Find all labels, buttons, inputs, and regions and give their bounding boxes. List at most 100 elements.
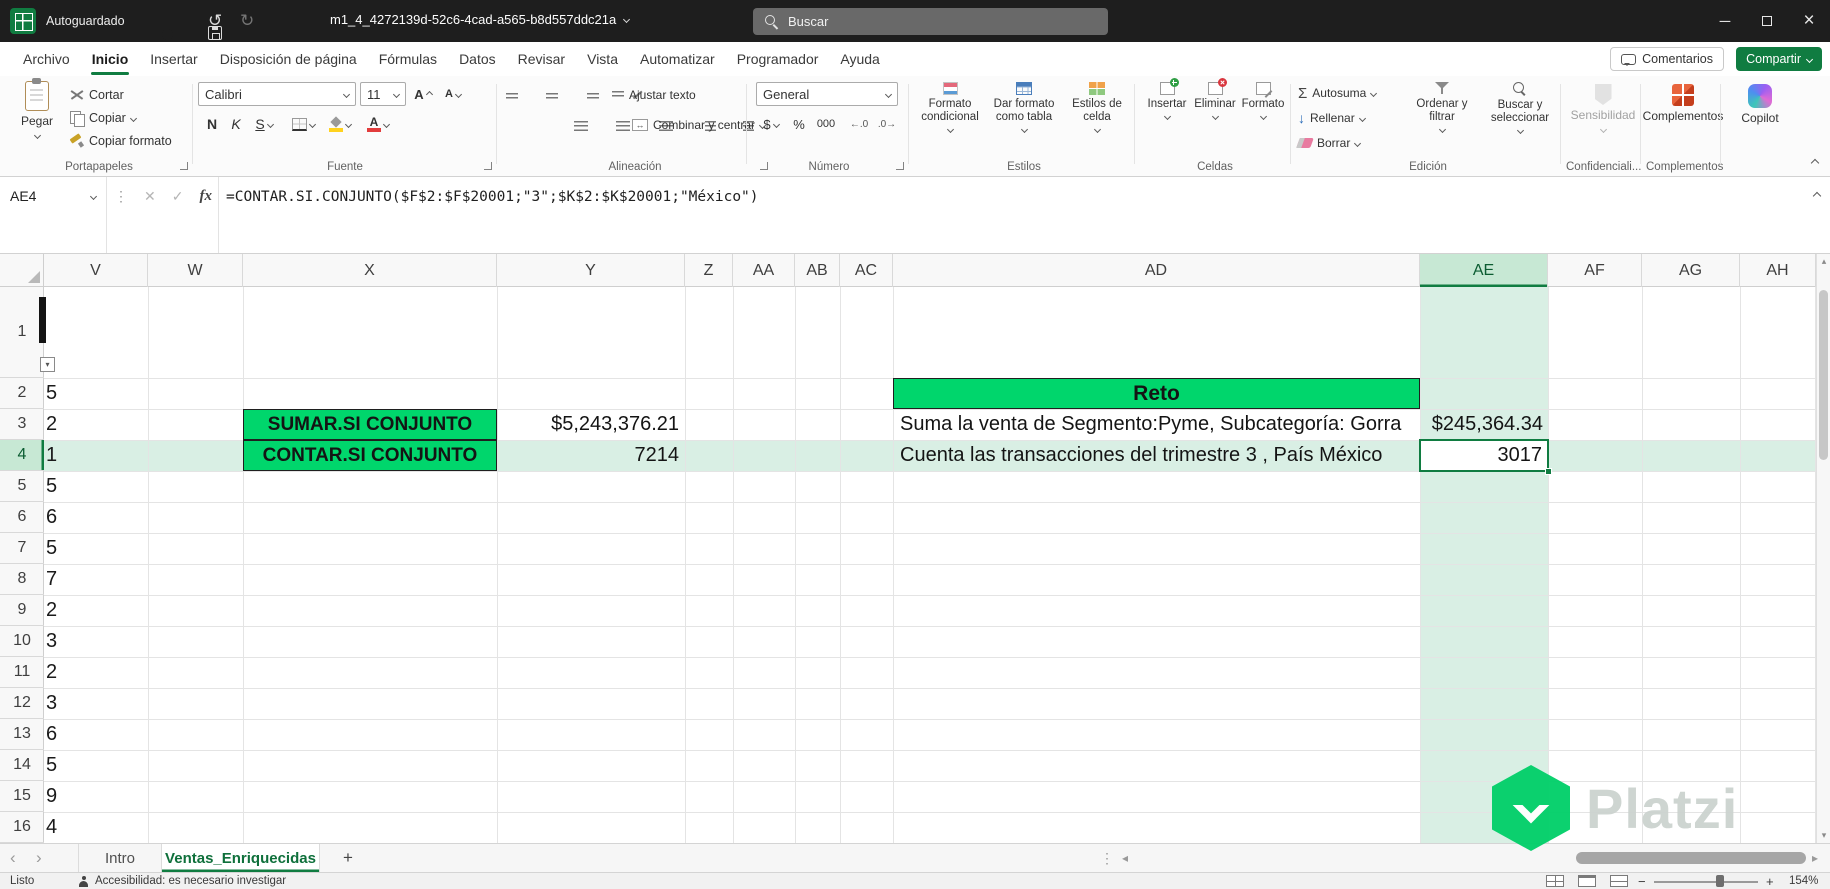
vertical-scrollbar[interactable]: ▴ ▾: [1816, 254, 1830, 843]
view-normal-button[interactable]: [1546, 873, 1564, 889]
formula-bar-collapse-icon[interactable]: [1812, 191, 1822, 201]
hscroll-left-icon[interactable]: ◂: [1122, 844, 1128, 872]
tab-splitter-icon[interactable]: ⋮: [1100, 844, 1114, 872]
column-header-AD[interactable]: AD: [893, 254, 1420, 287]
insert-function-icon[interactable]: fx: [199, 188, 212, 205]
addins-button[interactable]: Complementos: [1643, 84, 1723, 124]
zoom-level[interactable]: 154%: [1789, 873, 1818, 889]
grow-font-button[interactable]: A: [410, 82, 436, 106]
column-header-AE[interactable]: AE: [1420, 254, 1548, 287]
format-painter-button[interactable]: Copiar formato: [70, 130, 172, 152]
zoom-out-button[interactable]: −: [1638, 873, 1646, 889]
underline-button[interactable]: S: [250, 112, 278, 136]
formula-input[interactable]: =CONTAR.SI.CONJUNTO($F$2:$F$20001;"3";$K…: [226, 189, 759, 205]
sheet-nav-prev-icon[interactable]: ‹: [10, 844, 16, 872]
sort-filter-button[interactable]: Ordenar y filtrar: [1406, 82, 1478, 133]
worksheet[interactable]: ▾ 5 2 1 5 6 5 7 2 3 2 3 6 5 9 4 SUMAR.SI…: [39, 287, 1816, 851]
share-button[interactable]: Compartir: [1736, 47, 1822, 71]
menu-tab-automatizar[interactable]: Automatizar: [629, 42, 726, 76]
dialog-launcher-number[interactable]: [896, 162, 904, 170]
thousands-format-button[interactable]: 000: [812, 112, 840, 136]
view-page-layout-button[interactable]: [1578, 873, 1596, 889]
zoom-in-button[interactable]: +: [1766, 873, 1774, 889]
column-header-AG[interactable]: AG: [1642, 254, 1740, 287]
autosum-button[interactable]: Σ Autosuma: [1298, 82, 1378, 104]
cell-Y4[interactable]: 7214: [497, 440, 685, 471]
menu-tab-revisar[interactable]: Revisar: [507, 42, 576, 76]
currency-format-button[interactable]: $: [758, 112, 784, 136]
menu-tab-inicio[interactable]: Inicio: [81, 42, 140, 76]
row-header-9[interactable]: 9: [0, 595, 44, 626]
dialog-launcher-clipboard[interactable]: [180, 162, 188, 170]
fill-button[interactable]: ↓ Rellenar: [1298, 107, 1366, 129]
row-header-5[interactable]: 5: [0, 471, 44, 502]
delete-cells-button[interactable]: Eliminar: [1192, 76, 1238, 120]
undo-icon[interactable]: ↺: [208, 12, 222, 29]
menu-tab-disposicion[interactable]: Disposición de página: [209, 42, 368, 76]
minimize-button[interactable]: ─: [1704, 0, 1746, 42]
cut-button[interactable]: Cortar: [70, 84, 124, 106]
align-middle-icon[interactable]: [546, 93, 559, 101]
row-header-13[interactable]: 13: [0, 719, 44, 750]
view-page-break-button[interactable]: [1610, 873, 1628, 889]
menu-tab-datos[interactable]: Datos: [448, 42, 507, 76]
cell-AE3[interactable]: $245,364.34: [1420, 409, 1548, 440]
decrease-decimal-button[interactable]: .0→: [874, 112, 900, 136]
search-input[interactable]: Buscar: [753, 8, 1108, 35]
row-header-11[interactable]: 11: [0, 657, 44, 688]
cell-styles-button[interactable]: Estilos de celda: [1062, 82, 1132, 133]
sheet-tab-intro[interactable]: Intro: [78, 844, 162, 872]
menu-tab-programador[interactable]: Programador: [726, 42, 830, 76]
menu-tab-vista[interactable]: Vista: [576, 42, 629, 76]
close-button[interactable]: ×: [1788, 0, 1830, 42]
conditional-formatting-button[interactable]: Formato condicional: [914, 82, 986, 133]
cell-Y3[interactable]: $5,243,376.21: [497, 409, 685, 440]
redo-icon[interactable]: ↻: [240, 12, 254, 29]
number-format-select[interactable]: General: [756, 82, 898, 106]
horizontal-scrollbar-thumb[interactable]: [1576, 852, 1806, 864]
column-header-Y[interactable]: Y: [497, 254, 685, 287]
row-header-6[interactable]: 6: [0, 502, 44, 533]
insert-cells-button[interactable]: Insertar: [1144, 78, 1190, 120]
copilot-button[interactable]: Copilot: [1730, 84, 1790, 126]
zoom-slider[interactable]: [1654, 881, 1758, 883]
enter-icon[interactable]: ✓: [172, 188, 184, 205]
row-header-1[interactable]: 1: [0, 287, 44, 378]
maximize-button[interactable]: [1746, 0, 1788, 42]
cancel-icon[interactable]: ✕: [144, 188, 156, 205]
copy-button[interactable]: Copiar: [70, 107, 137, 129]
add-sheet-button[interactable]: +: [336, 846, 360, 870]
column-header-AF[interactable]: AF: [1548, 254, 1642, 287]
font-color-button[interactable]: A: [362, 112, 394, 136]
align-bottom-icon[interactable]: [586, 93, 599, 101]
bold-button[interactable]: N: [202, 112, 222, 136]
column-header-AB[interactable]: AB: [795, 254, 840, 287]
menu-tab-insertar[interactable]: Insertar: [139, 42, 208, 76]
column-header-AH[interactable]: AH: [1740, 254, 1816, 287]
menu-tab-archivo[interactable]: Archivo: [12, 42, 81, 76]
row-header-4[interactable]: 4: [0, 440, 44, 471]
sheet-tab-ventas-enriquecidas[interactable]: Ventas_Enriquecidas: [162, 844, 320, 872]
align-center-icon[interactable]: [616, 121, 631, 131]
font-name-select[interactable]: Calibri: [198, 82, 356, 106]
name-box[interactable]: AE4: [0, 183, 106, 209]
column-header-Z[interactable]: Z: [685, 254, 733, 287]
sheet-nav-next-icon[interactable]: ›: [36, 844, 42, 872]
align-left-icon[interactable]: [573, 121, 588, 131]
ribbon-collapse-icon[interactable]: [1810, 158, 1820, 168]
fill-handle[interactable]: [1545, 468, 1552, 475]
column-header-AA[interactable]: AA: [733, 254, 795, 287]
row-header-14[interactable]: 14: [0, 750, 44, 781]
clear-button[interactable]: Borrar: [1296, 132, 1362, 154]
menu-tab-formulas[interactable]: Fórmulas: [368, 42, 448, 76]
find-select-button[interactable]: Buscar y seleccionar: [1482, 82, 1558, 134]
shrink-font-button[interactable]: A: [440, 82, 466, 106]
font-size-select[interactable]: 11: [360, 82, 406, 106]
row-header-8[interactable]: 8: [0, 564, 44, 595]
vertical-scrollbar-thumb[interactable]: [1819, 290, 1828, 460]
italic-button[interactable]: K: [226, 112, 246, 136]
autofilter-button[interactable]: ▾: [40, 357, 55, 372]
excel-app-icon[interactable]: [10, 8, 36, 34]
row-header-2[interactable]: 2: [0, 378, 44, 409]
accessibility-status[interactable]: Accesibilidad: es necesario investigar: [78, 873, 286, 889]
